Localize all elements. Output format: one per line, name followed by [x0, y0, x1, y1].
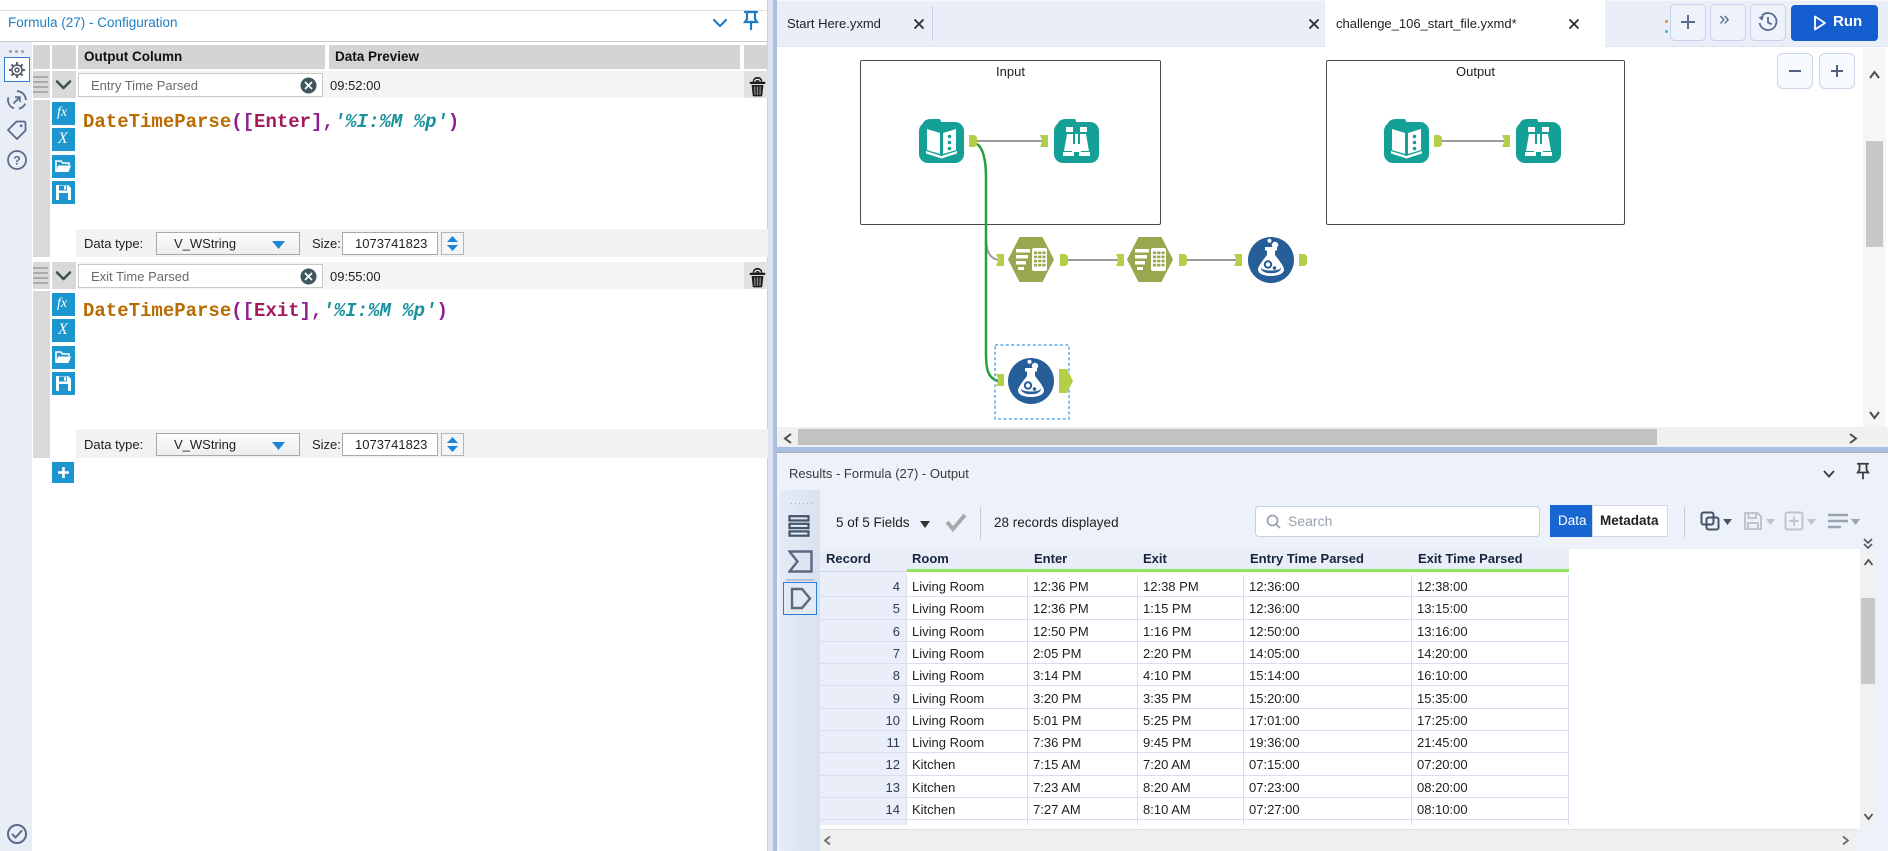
- svg-text:?: ?: [13, 154, 20, 168]
